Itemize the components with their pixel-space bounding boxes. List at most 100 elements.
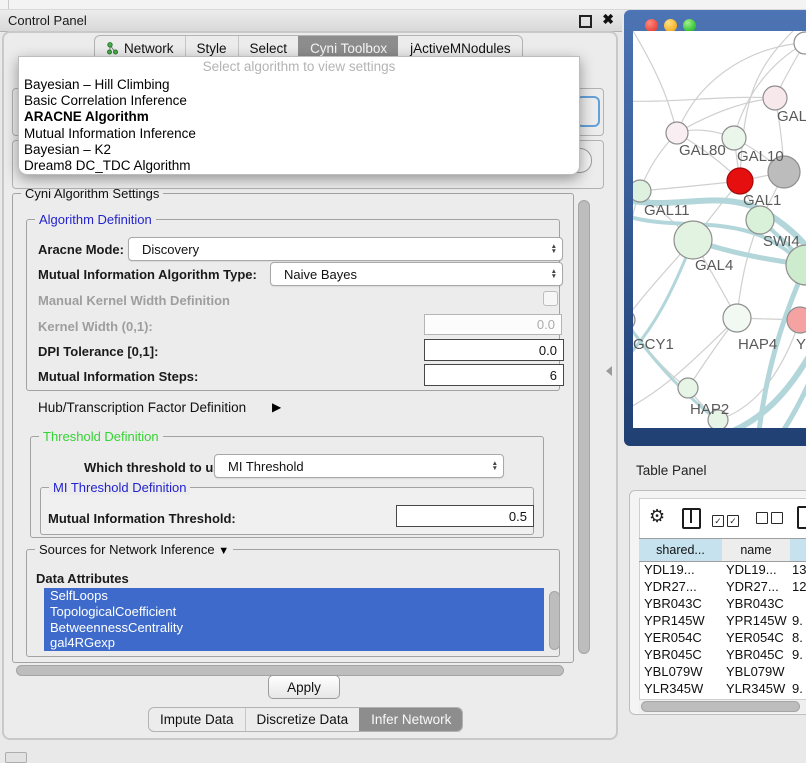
table-cell: YBL079W: [726, 664, 804, 679]
table-horizontal-scrollbar[interactable]: [641, 701, 800, 712]
node-label-gal7: GAL: [777, 108, 806, 125]
threshold-definition-title: Threshold Definition: [39, 429, 163, 444]
close-icon[interactable]: ✖: [602, 11, 614, 28]
float-window-icon[interactable]: [579, 15, 592, 28]
algorithm-option-aracne-algorithm[interactable]: ARACNE Algorithm: [19, 109, 579, 125]
network-node-hap2[interactable]: [678, 378, 698, 398]
minimized-panel-icon[interactable]: [5, 752, 27, 763]
algorithm-popup-list: Bayesian – Hill ClimbingBasic Correlatio…: [19, 77, 579, 174]
table-cell: 12: [792, 579, 806, 594]
mi-threshold-field[interactable]: 0.5: [396, 505, 534, 527]
node-label-hap2: HAP2: [690, 401, 729, 418]
network-tab-icon: [106, 42, 119, 55]
attribute-item-selfloops[interactable]: SelfLoops: [44, 588, 544, 604]
tab-network-label: Network: [124, 41, 174, 56]
mi-steps-field[interactable]: 6: [424, 364, 564, 386]
network-graph: GALGAL80GAL10GAL1GAL11SWI4GAL4GCY1HAP4YH…: [633, 31, 806, 428]
table-cell: YBR043C: [644, 596, 722, 611]
network-edge[interactable]: [633, 31, 677, 133]
algorithm-option-bayesian-k2[interactable]: Bayesian – K2: [19, 142, 579, 158]
app-top-strip: [0, 0, 806, 10]
column-header-3[interactable]: A: [790, 538, 806, 562]
data-attributes-list: SelfLoopsTopologicalCoefficientBetweenne…: [44, 588, 544, 652]
network-edge[interactable]: [633, 191, 640, 320]
which-threshold-label: Which threshold to use:: [84, 460, 232, 475]
mi-type-combo[interactable]: Naive Bayes ▲▼: [270, 262, 563, 286]
aracne-mode-combo[interactable]: Discovery ▲▼: [128, 237, 563, 261]
node-label-gal80: GAL80: [679, 142, 726, 159]
algorithm-option-bayesian-hill-climbing[interactable]: Bayesian – Hill Climbing: [19, 77, 579, 93]
gear-icon[interactable]: ⚙: [649, 507, 665, 525]
table-cell: 9.: [792, 647, 806, 662]
node-label-gal10: GAL10: [737, 148, 784, 165]
table-cell: 9.: [792, 681, 806, 696]
node-label-gal11: GAL11: [644, 202, 690, 219]
tab-infer-network-label: Infer Network: [371, 712, 451, 727]
network-node-gcy1[interactable]: [633, 310, 635, 330]
algorithm-popup-placeholder: Select algorithm to view settings: [19, 57, 579, 77]
which-threshold-value: MI Threshold: [228, 459, 304, 474]
table-cell: 13: [792, 562, 806, 577]
tab-style-label: Style: [197, 41, 227, 56]
network-node-gal7[interactable]: [763, 86, 787, 110]
attribute-item-gal4rgexp[interactable]: gal4RGexp: [44, 635, 544, 651]
mi-type-value: Naive Bayes: [284, 267, 357, 282]
algorithm-option-dream8-dc-tdc-algorithm[interactable]: Dream8 DC_TDC Algorithm: [19, 158, 579, 174]
tab-jactivemnodules-label: jActiveMNodules: [410, 41, 511, 56]
network-edge[interactable]: [640, 181, 740, 191]
algorithm-popup: Select algorithm to view settings Bayesi…: [18, 56, 580, 175]
document-icon[interactable]: [797, 506, 806, 529]
attributes-scrollbar[interactable]: [549, 591, 560, 650]
node-label-swi4: SWI4: [763, 233, 800, 250]
table-cell: 9.: [792, 613, 806, 628]
network-edge[interactable]: [633, 320, 688, 388]
network-node-gal80[interactable]: [666, 122, 688, 144]
network-node-swi4[interactable]: [746, 206, 774, 234]
network-node-gal11[interactable]: [633, 180, 651, 202]
hub-definition-label: Hub/Transcription Factor Definition: [38, 400, 246, 415]
network-node-node-top[interactable]: [794, 32, 806, 54]
tab-infer-network[interactable]: Infer Network: [359, 708, 462, 731]
mi-steps-label: Mutual Information Steps:: [38, 369, 198, 384]
algorithm-definition-title: Algorithm Definition: [35, 212, 156, 227]
table-cell: 8.: [792, 630, 806, 645]
network-edge[interactable]: [718, 320, 800, 420]
kernel-width-label: Kernel Width (0,1):: [38, 319, 153, 334]
tab-cyni-toolbox-label: Cyni Toolbox: [310, 41, 387, 56]
attribute-item-betweennesscentrality[interactable]: BetweennessCentrality: [44, 620, 544, 636]
settings-vertical-scrollbar[interactable]: [578, 200, 590, 654]
kernel-width-field[interactable]: 0.0: [424, 314, 562, 335]
table-panel-title: Table Panel: [636, 463, 707, 478]
column-header-2[interactable]: name: [722, 538, 791, 562]
table-cell: YLR345W: [644, 681, 722, 696]
network-edge[interactable]: [633, 97, 775, 101]
tab-impute-data[interactable]: Impute Data: [149, 708, 245, 731]
table-cell: YDL19...: [644, 562, 722, 577]
algorithm-option-mutual-information-inference[interactable]: Mutual Information Inference: [19, 126, 579, 142]
attribute-item-topologicalcoefficient[interactable]: TopologicalCoefficient: [44, 604, 544, 620]
collapse-arrow-icon[interactable]: ▼: [218, 545, 229, 557]
dpi-tolerance-field[interactable]: 0.0: [424, 339, 564, 361]
table-cell: YDR27...: [644, 579, 722, 594]
algorithm-option-basic-correlation-inference[interactable]: Basic Correlation Inference: [19, 93, 579, 109]
table-cell: YPR145W: [644, 613, 722, 628]
network-node-gal4[interactable]: [674, 221, 712, 259]
network-canvas[interactable]: GALGAL80GAL10GAL1GAL11SWI4GAL4GCY1HAP4YH…: [633, 31, 806, 428]
which-threshold-combo[interactable]: MI Threshold ▲▼: [214, 454, 504, 478]
column-header-1[interactable]: shared...: [639, 538, 723, 562]
manual-kernel-checkbox[interactable]: [543, 291, 558, 306]
tab-discretize-data[interactable]: Discretize Data: [245, 708, 360, 731]
hide-columns-icon[interactable]: [756, 511, 786, 529]
data-attributes-label: Data Attributes: [36, 571, 129, 586]
table-cell: YBR045C: [644, 647, 722, 662]
splitter-handle-icon[interactable]: [606, 366, 612, 376]
network-node-gal1-red[interactable]: [727, 168, 753, 194]
network-node-hap4[interactable]: [723, 304, 751, 332]
show-columns-icon[interactable]: ✓✓: [712, 511, 742, 529]
tab-discretize-data-label: Discretize Data: [257, 712, 349, 727]
apply-button[interactable]: Apply: [268, 675, 340, 699]
expand-arrow-icon[interactable]: ▶: [272, 400, 281, 414]
network-edge[interactable]: [677, 98, 775, 133]
dpi-tolerance-label: DPI Tolerance [0,1]:: [38, 344, 158, 359]
columns-icon[interactable]: [682, 508, 701, 529]
